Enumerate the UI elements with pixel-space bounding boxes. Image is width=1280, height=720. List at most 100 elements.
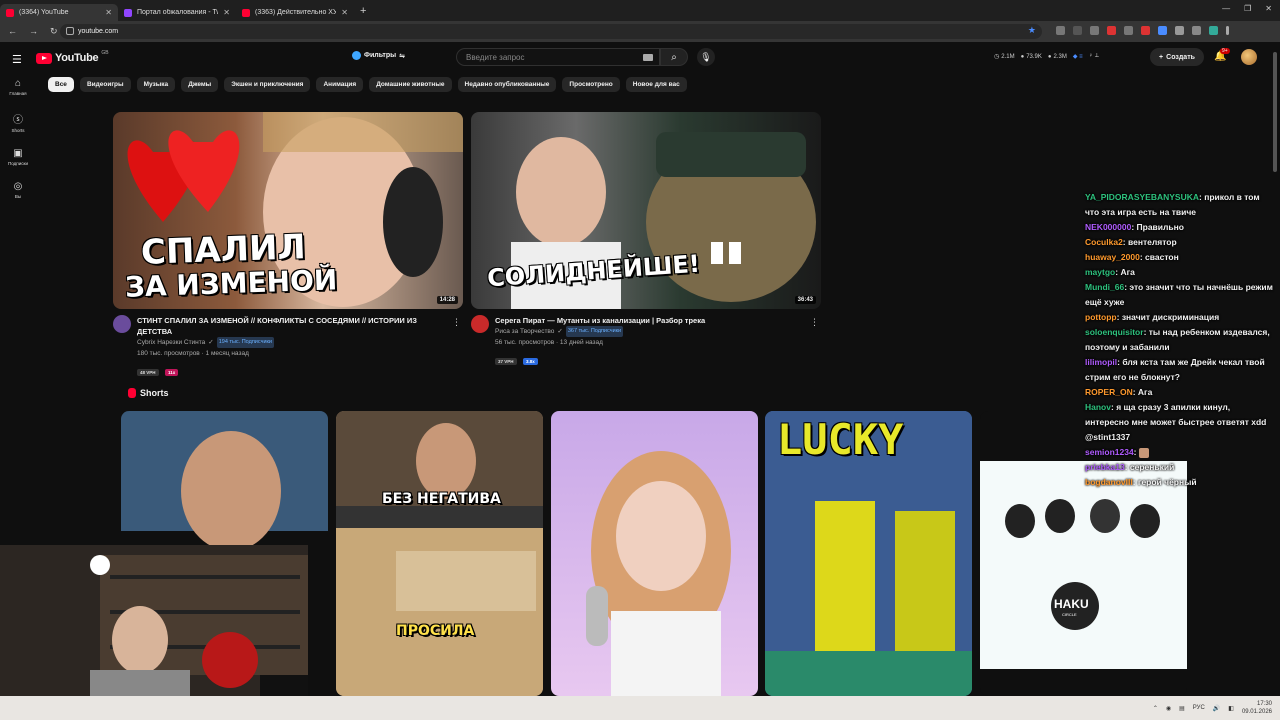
back-icon[interactable]: ← — [8, 26, 17, 37]
scrollbar[interactable] — [1273, 52, 1277, 172]
lightbulb-icon[interactable]: ♀ ⟂ — [1089, 53, 1099, 60]
hamburger-menu-icon[interactable]: ☰ — [12, 53, 22, 66]
video-meta: СТИНТ СПАЛИЛ ЗА ИЗМЕНОЙ // КОНФЛИКТЫ С С… — [113, 315, 463, 379]
create-button[interactable]: + Создать — [1150, 48, 1204, 66]
multiplier-badge: 11x — [164, 369, 179, 376]
bookmark-star-icon[interactable]: ★ — [1028, 25, 1036, 36]
short-caption: CIRCLE — [1062, 612, 1077, 617]
chat-message: bogdanovIII: герой чёрный — [1085, 477, 1197, 487]
url-field[interactable]: youtube.com ★ — [60, 24, 1042, 39]
extension-icon[interactable] — [1090, 26, 1099, 35]
extension-icon[interactable] — [1141, 26, 1150, 35]
reload-icon[interactable]: ↻ — [50, 26, 58, 37]
chip-action[interactable]: Экшен и приключения — [224, 77, 311, 92]
chip-games[interactable]: Видеоигры — [79, 77, 131, 92]
chat-user: ROPER_ON — [1085, 387, 1133, 397]
close-tab-icon[interactable]: ✕ — [223, 8, 230, 17]
tray-chevron-icon[interactable]: ⌃ — [1153, 705, 1158, 712]
youtube-logo[interactable]: YouTube GB — [36, 50, 109, 64]
subscriber-count: 367 тыс. Подписчики — [565, 326, 624, 337]
voice-search-button[interactable]: 🎙 — [697, 48, 715, 66]
tray-app-icon[interactable]: ◉ — [1166, 705, 1171, 712]
menu-icon[interactable] — [1226, 26, 1229, 35]
downloads-icon[interactable] — [1192, 26, 1201, 35]
channel-avatar[interactable] — [471, 315, 489, 333]
channel-name[interactable]: Риса за Творчество — [495, 326, 554, 337]
video-thumbnail[interactable]: СОЛИДНЕЙШЕ! 36:43 — [471, 112, 821, 309]
extension-icon[interactable] — [1073, 26, 1082, 35]
chip-pets[interactable]: Домашние животные — [369, 77, 452, 92]
more-options-icon[interactable]: ⋮ — [810, 317, 819, 328]
browser-tab-youtube-2[interactable]: (3363) Действительно ХУДШ... ✕ — [236, 4, 354, 21]
video-thumbnail[interactable]: СПАЛИЛ ЗА ИЗМЕНОЙ 14:28 — [113, 112, 463, 309]
chat-message: soloenquisitor: ты над ребенком издевалс… — [1085, 327, 1270, 352]
sidebar-item-shorts[interactable]: ⓢ Shorts — [0, 111, 36, 133]
chip-jams[interactable]: Джемы — [181, 77, 219, 92]
subscriber-count: 194 тыс. Подписчики — [216, 337, 274, 348]
sidebar-item-subscriptions[interactable]: ▣ Подписки — [0, 148, 36, 166]
extension-icon[interactable] — [1124, 26, 1133, 35]
short-card[interactable]: LUCKY — [765, 411, 972, 696]
keyboard-icon[interactable] — [643, 54, 653, 61]
chat-text: серенький — [1129, 462, 1175, 472]
browser-tab-youtube[interactable]: (3364) YouTube ✕ — [0, 4, 118, 21]
subscriptions-icon: ▣ — [13, 148, 23, 159]
chip-watched[interactable]: Просмотрено — [562, 77, 620, 92]
avatar[interactable] — [1241, 49, 1257, 65]
browser-tab-twitch[interactable]: Портал обжалования - Twitch ✕ — [118, 4, 236, 21]
short-card[interactable] — [551, 411, 758, 696]
language-indicator[interactable]: РУС — [1193, 705, 1205, 711]
tray-app-icon[interactable]: ▤ — [1179, 705, 1185, 712]
extension-icon[interactable] — [1056, 26, 1065, 35]
sidebar-item-home[interactable]: ⌂ Главная — [0, 78, 36, 96]
notifications-bell-icon[interactable]: 🔔 9+ — [1214, 48, 1230, 62]
chip-all[interactable]: Все — [48, 77, 74, 92]
forward-icon[interactable]: → — [29, 26, 38, 37]
filter-button[interactable]: Фильтры ⇋ — [352, 51, 405, 60]
tab-title: (3363) Действительно ХУДШ... — [255, 9, 337, 16]
video-title[interactable]: Серега Пират — Мутанты из канализации | … — [495, 315, 811, 326]
close-tab-icon[interactable]: ✕ — [105, 8, 112, 17]
video-card[interactable]: СПАЛИЛ ЗА ИЗМЕНОЙ 14:28 СТИНТ СПАЛИЛ ЗА … — [113, 112, 463, 379]
chip-recent[interactable]: Недавно опубликованные — [457, 77, 557, 92]
home-icon: ⌂ — [14, 78, 22, 89]
short-thumbnail-art — [336, 411, 543, 696]
chip-animation[interactable]: Анимация — [316, 77, 364, 92]
extension-icon[interactable] — [1107, 26, 1116, 35]
vph-badge: 37 VPH — [495, 358, 517, 365]
chat-message: YA_PIDORASYEBANYSUKA: прикол в том что э… — [1085, 192, 1260, 217]
clock[interactable]: 17:30 09.01.2026 — [1242, 700, 1272, 716]
new-tab-button[interactable]: + — [360, 5, 366, 17]
video-badges: 48 VPH 11x — [137, 361, 453, 379]
video-card[interactable]: СОЛИДНЕЙШЕ! 36:43 Серега Пират — Мутанты… — [471, 112, 821, 368]
sidebar-item-you[interactable]: ◎ Вы — [0, 181, 36, 199]
minimize-icon[interactable]: — — [1222, 4, 1230, 13]
short-caption: LUCKY — [777, 415, 904, 464]
video-badges: 37 VPH 3.8x — [495, 350, 811, 368]
short-card[interactable]: БЕЗ НЕГАТИВА ПРОСИЛА — [336, 411, 543, 696]
close-window-icon[interactable]: ✕ — [1265, 4, 1272, 13]
search-input[interactable]: Введите запрос — [456, 48, 660, 66]
search-button[interactable]: ⌕ — [660, 48, 688, 66]
chip-new[interactable]: Новое для вас — [625, 77, 687, 92]
close-tab-icon[interactable]: ✕ — [341, 8, 348, 17]
more-options-icon[interactable]: ⋮ — [452, 317, 461, 328]
network-icon[interactable]: ◧ — [1228, 705, 1234, 712]
chat-user: Coculka2 — [1085, 237, 1123, 247]
site-info-icon[interactable] — [66, 27, 74, 35]
channel-line: Риса за Творчество ✓ 367 тыс. Подписчики — [495, 326, 811, 337]
plus-icon: + — [1159, 53, 1164, 61]
channel-name[interactable]: Cybrix Нарезки Стинта — [137, 337, 205, 348]
puzzle-icon[interactable] — [1175, 26, 1184, 35]
tube-extension-icon[interactable]: ◆ ≡ — [1073, 53, 1083, 60]
volume-icon[interactable]: 🔊 — [1213, 705, 1220, 712]
extension-icon[interactable] — [1158, 26, 1167, 35]
chip-music[interactable]: Музыка — [136, 77, 176, 92]
nav-buttons: ← → ↻ — [8, 26, 58, 37]
profile-icon[interactable] — [1209, 26, 1218, 35]
video-title[interactable]: СТИНТ СПАЛИЛ ЗА ИЗМЕНОЙ // КОНФЛИКТЫ С С… — [137, 315, 453, 337]
twitch-favicon-icon — [124, 8, 132, 17]
video-duration: 14:28 — [436, 296, 458, 304]
maximize-icon[interactable]: ❐ — [1244, 4, 1251, 13]
channel-avatar[interactable] — [113, 315, 131, 333]
